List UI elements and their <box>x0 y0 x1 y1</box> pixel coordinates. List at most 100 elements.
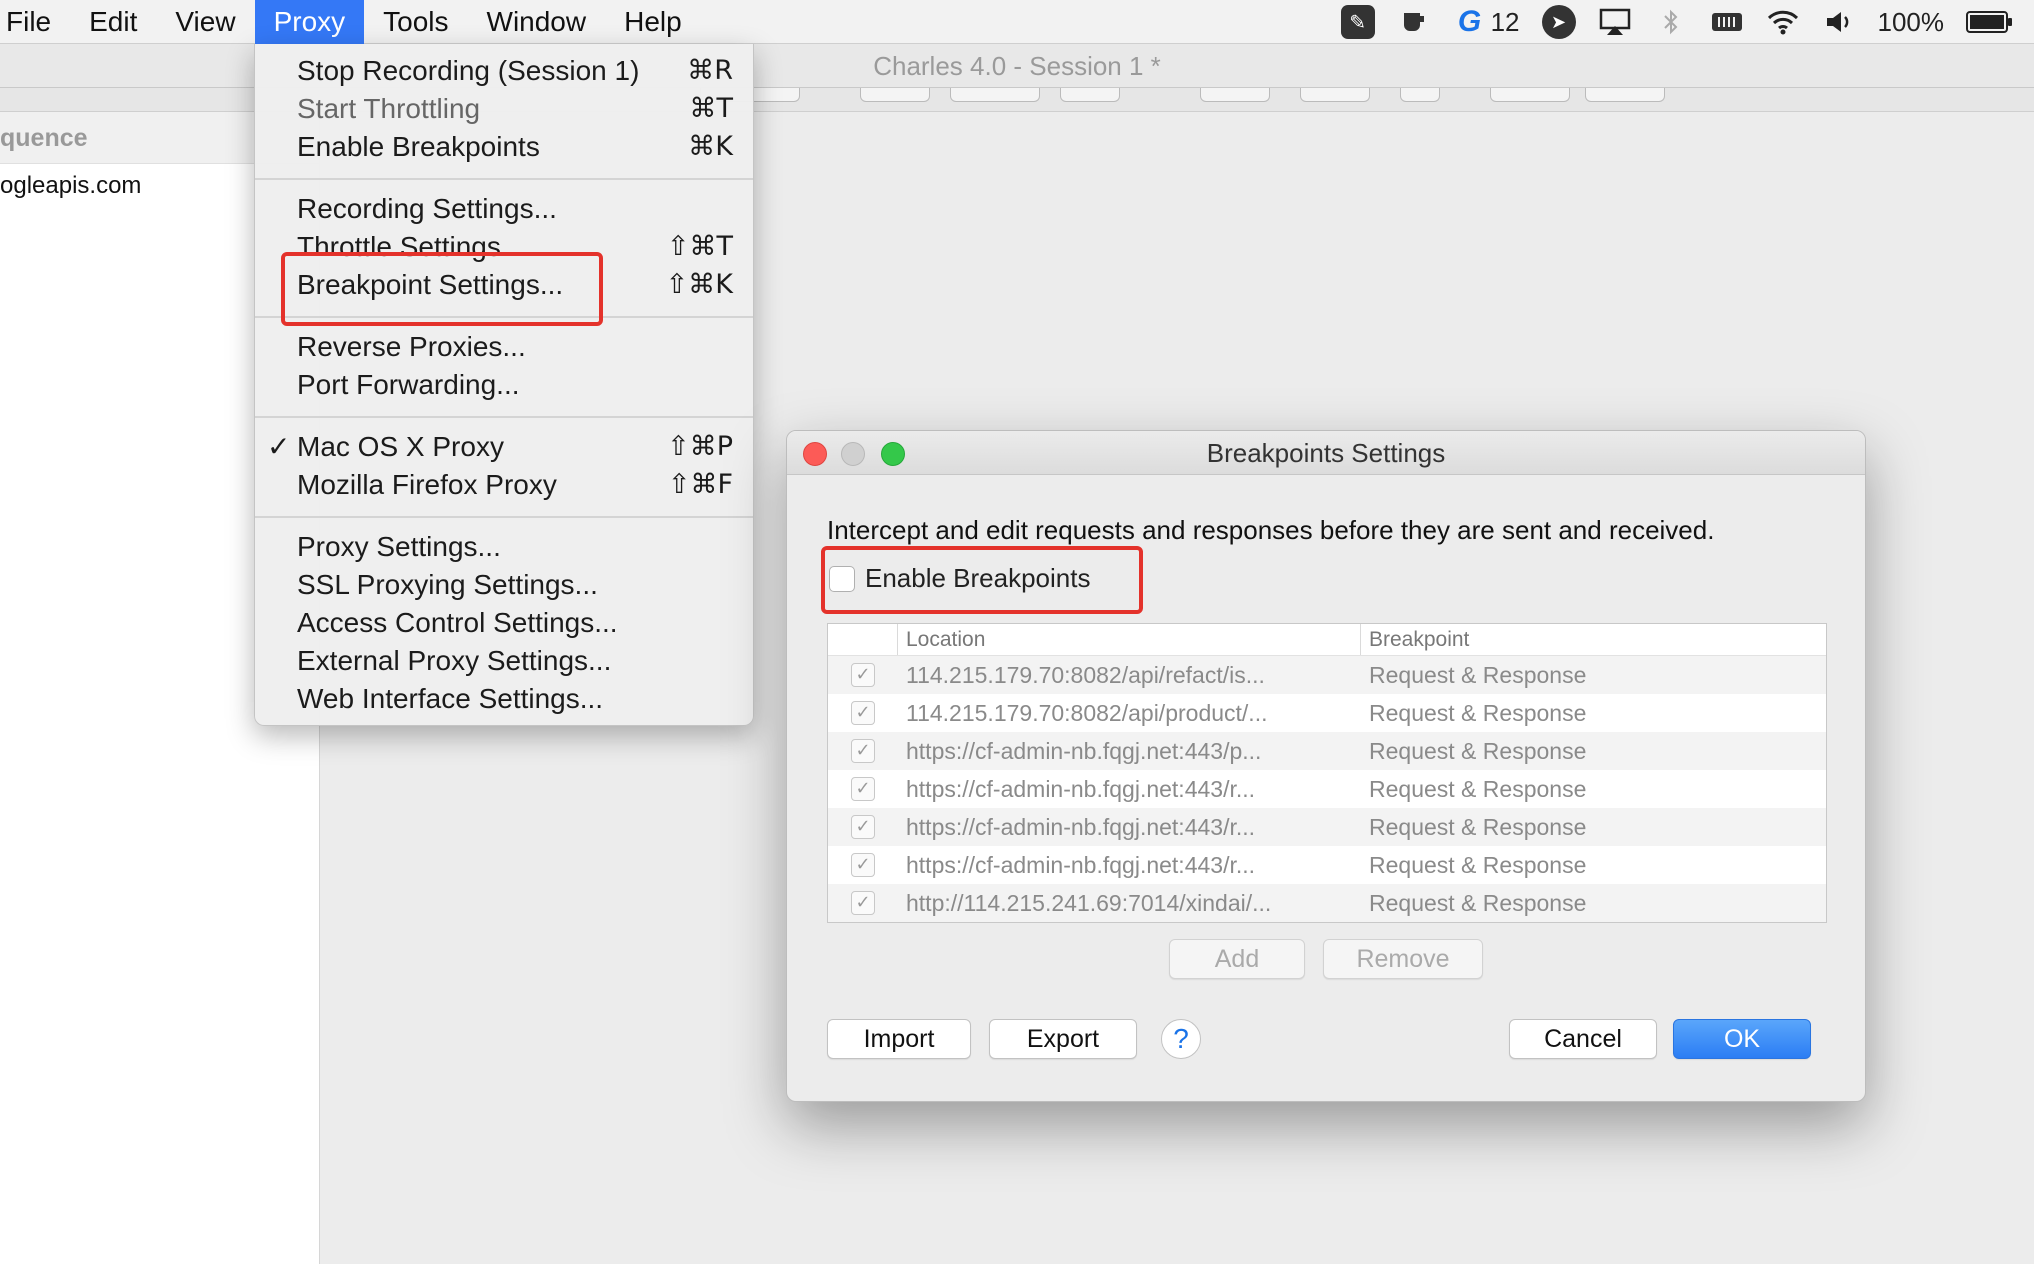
table-row[interactable]: ✓ 114.215.179.70:8082/api/refact/is... R… <box>828 656 1826 694</box>
breakpoint-cell: Request & Response <box>1369 889 1587 916</box>
enable-breakpoints-highlight <box>821 546 1143 614</box>
menu-item-proxy-settings[interactable]: Proxy Settings... <box>255 528 753 566</box>
location-cell: 114.215.179.70:8082/api/refact/is... <box>906 661 1265 688</box>
menu-tools[interactable]: Tools <box>364 0 467 44</box>
enabled-column-header[interactable] <box>828 624 898 655</box>
cup-status-icon[interactable] <box>1397 5 1431 39</box>
breakpoints-table: Location Breakpoint ✓ 114.215.179.70:808… <box>827 623 1827 923</box>
menu-view[interactable]: View <box>156 0 254 44</box>
toolbar-button[interactable] <box>1200 88 1270 102</box>
toolbar-button[interactable] <box>950 88 1040 102</box>
menu-shortcut: ⇧⌘P <box>667 431 733 462</box>
table-row[interactable]: ✓ https://cf-admin-nb.fqgj.net:443/r... … <box>828 808 1826 846</box>
breakpoint-cell: Request & Response <box>1369 737 1587 764</box>
row-checkbox[interactable]: ✓ <box>851 701 875 725</box>
zoom-window-icon[interactable] <box>881 442 905 466</box>
breakpoint-cell: Request & Response <box>1369 813 1587 840</box>
menu-item-recording-settings[interactable]: Recording Settings... <box>255 190 753 228</box>
breakpoint-settings-highlight <box>281 252 603 326</box>
proxy-menu-dropdown: Stop Recording (Session 1) ⌘R Start Thro… <box>254 44 754 726</box>
location-cell: https://cf-admin-nb.fqgj.net:443/p... <box>906 737 1262 764</box>
menu-item-firefox-proxy[interactable]: Mozilla Firefox Proxy ⇧⌘F <box>255 466 753 504</box>
menu-item-label: Start Throttling <box>297 93 481 124</box>
row-checkbox[interactable]: ✓ <box>851 853 875 877</box>
breakpoint-column-header[interactable]: Breakpoint <box>1361 624 1826 655</box>
dialog-description: Intercept and edit requests and response… <box>827 515 1715 545</box>
menu-shortcut: ⇧⌘K <box>665 269 733 300</box>
menu-item-reverse-proxies[interactable]: Reverse Proxies... <box>255 328 753 366</box>
menu-bar: File Edit View Proxy Tools Window Help ✎… <box>0 0 2034 44</box>
menu-item-external-proxy-settings[interactable]: External Proxy Settings... <box>255 642 753 680</box>
breakpoint-cell: Request & Response <box>1369 851 1587 878</box>
ok-button[interactable]: OK <box>1673 1019 1811 1059</box>
location-cell: https://cf-admin-nb.fqgj.net:443/r... <box>906 775 1256 802</box>
menu-item-enable-breakpoints[interactable]: Enable Breakpoints ⌘K <box>255 128 753 166</box>
menu-edit[interactable]: Edit <box>70 0 156 44</box>
location-cell: http://114.215.241.69:7014/xindai/... <box>906 889 1272 916</box>
menu-window[interactable]: Window <box>468 0 606 44</box>
toolbar-button[interactable] <box>1060 88 1120 102</box>
menu-help[interactable]: Help <box>605 0 701 44</box>
volume-icon[interactable] <box>1822 5 1856 39</box>
remove-button[interactable]: Remove <box>1323 939 1483 979</box>
help-button[interactable]: ? <box>1161 1019 1201 1059</box>
location-cell: 114.215.179.70:8082/api/product/... <box>906 699 1268 726</box>
toolbar-button[interactable] <box>1490 88 1570 102</box>
toolbar-button[interactable] <box>860 88 930 102</box>
g-status-icon: G <box>1457 5 1482 38</box>
menu-item-label: External Proxy Settings... <box>297 645 612 676</box>
table-row[interactable]: ✓ https://cf-admin-nb.fqgj.net:443/r... … <box>828 846 1826 884</box>
row-checkbox[interactable]: ✓ <box>851 777 875 801</box>
menu-item-macos-proxy[interactable]: ✓ Mac OS X Proxy ⇧⌘P <box>255 428 753 466</box>
export-button[interactable]: Export <box>989 1019 1137 1059</box>
menu-item-label: Mac OS X Proxy <box>297 431 504 462</box>
breakpoint-cell: Request & Response <box>1369 661 1587 688</box>
import-button[interactable]: Import <box>827 1019 971 1059</box>
status-area: ✎ G 12 ➤ 100% <box>1340 0 2012 44</box>
menu-item-ssl-proxying-settings[interactable]: SSL Proxying Settings... <box>255 566 753 604</box>
menu-item-port-forwarding[interactable]: Port Forwarding... <box>255 366 753 404</box>
menu-item-label: Mozilla Firefox Proxy <box>297 469 557 500</box>
table-row[interactable]: ✓ https://cf-admin-nb.fqgj.net:443/r... … <box>828 770 1826 808</box>
table-header: Location Breakpoint <box>828 624 1826 656</box>
battery-icon[interactable] <box>1966 11 2012 33</box>
menu-item-start-throttling[interactable]: Start Throttling ⌘T <box>255 90 753 128</box>
table-row[interactable]: ✓ 114.215.179.70:8082/api/product/... Re… <box>828 694 1826 732</box>
menu-item-label: Recording Settings... <box>297 193 557 224</box>
cancel-button[interactable]: Cancel <box>1509 1019 1657 1059</box>
row-checkbox[interactable]: ✓ <box>851 663 875 687</box>
airplay-icon[interactable] <box>1598 5 1632 39</box>
breakpoint-cell: Request & Response <box>1369 775 1587 802</box>
breakpoint-cell: Request & Response <box>1369 699 1587 726</box>
toolbar-button[interactable] <box>1585 88 1665 102</box>
row-checkbox[interactable]: ✓ <box>851 891 875 915</box>
memory-icon[interactable] <box>1710 5 1744 39</box>
menu-proxy[interactable]: Proxy <box>254 0 365 44</box>
menu-file[interactable]: File <box>0 0 70 44</box>
wifi-icon[interactable] <box>1766 5 1800 39</box>
menu-item-label: Access Control Settings... <box>297 607 618 638</box>
table-row[interactable]: ✓ http://114.215.241.69:7014/xindai/... … <box>828 884 1826 922</box>
bluetooth-icon[interactable] <box>1654 5 1688 39</box>
toolbar-button[interactable] <box>1400 88 1440 102</box>
row-checkbox[interactable]: ✓ <box>851 815 875 839</box>
dialog-title: Breakpoints Settings <box>1206 438 1446 468</box>
app-status-icon[interactable]: ✎ <box>1340 5 1375 39</box>
minimize-window-icon[interactable] <box>841 442 865 466</box>
checkmark-icon: ✓ <box>267 430 291 463</box>
menu-item-access-control-settings[interactable]: Access Control Settings... <box>255 604 753 642</box>
menu-item-label: Proxy Settings... <box>297 531 501 562</box>
arrow-status-icon[interactable]: ➤ <box>1541 5 1576 39</box>
menu-item-label: Enable Breakpoints <box>297 131 540 162</box>
toolbar-button[interactable] <box>1300 88 1370 102</box>
menu-item-label: SSL Proxying Settings... <box>297 569 598 600</box>
menu-shortcut: ⌘K <box>688 131 733 162</box>
row-checkbox[interactable]: ✓ <box>851 739 875 763</box>
menu-item-stop-recording[interactable]: Stop Recording (Session 1) ⌘R <box>255 52 753 90</box>
notification-status[interactable]: G 12 <box>1453 5 1520 39</box>
add-button[interactable]: Add <box>1169 939 1305 979</box>
table-row[interactable]: ✓ https://cf-admin-nb.fqgj.net:443/p... … <box>828 732 1826 770</box>
location-column-header[interactable]: Location <box>898 624 1361 655</box>
menu-item-web-interface-settings[interactable]: Web Interface Settings... <box>255 680 753 718</box>
close-window-icon[interactable] <box>803 442 827 466</box>
